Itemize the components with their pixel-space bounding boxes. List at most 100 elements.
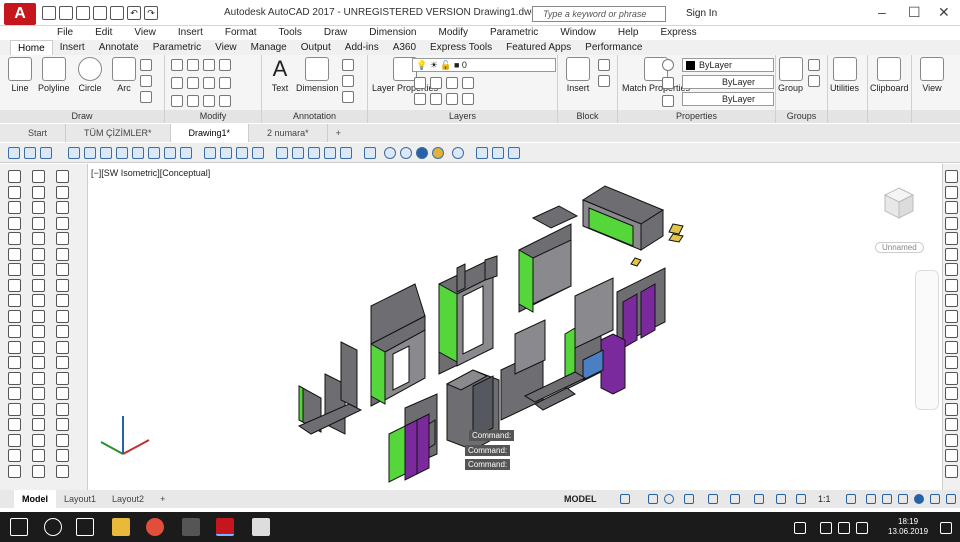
new-tab-button[interactable]: + xyxy=(328,124,349,142)
menu-modify[interactable]: Modify xyxy=(428,26,479,40)
tab-layout2[interactable]: Layout2 xyxy=(104,490,152,508)
ortho-icon[interactable] xyxy=(648,494,658,504)
layer-match-icon[interactable] xyxy=(462,77,474,89)
stretch-icon[interactable] xyxy=(32,294,45,307)
file-explorer-icon[interactable] xyxy=(112,518,130,536)
tab-insert[interactable]: Insert xyxy=(53,40,92,55)
explode-icon[interactable] xyxy=(219,77,231,89)
tab-a360[interactable]: A360 xyxy=(386,40,423,55)
polygon-icon[interactable] xyxy=(8,216,21,230)
tall-cabinet-1[interactable] xyxy=(438,255,498,375)
make-block-icon[interactable] xyxy=(8,356,21,369)
cabinet-purple-left[interactable] xyxy=(388,393,438,483)
close-icon[interactable]: ✕ xyxy=(938,4,950,21)
save-icon[interactable] xyxy=(76,6,90,20)
tab-tum-cizimler[interactable]: TÜM ÇİZİMLER* xyxy=(66,124,171,142)
snap-osnap-settings-icon[interactable] xyxy=(945,464,958,478)
circle-icon[interactable] xyxy=(8,263,21,276)
save-as-icon[interactable] xyxy=(93,6,107,20)
view-back-icon[interactable] xyxy=(148,147,160,159)
lineweight-icon[interactable] xyxy=(662,95,674,107)
tab-performance[interactable]: Performance xyxy=(578,40,649,55)
shelf-unit-1[interactable] xyxy=(370,283,426,407)
polysolid-icon[interactable] xyxy=(56,278,69,292)
snap-extension-icon[interactable] xyxy=(945,232,958,245)
mirror-icon[interactable] xyxy=(187,77,199,89)
layer-state-icon[interactable] xyxy=(462,93,474,105)
hatch-icon[interactable] xyxy=(8,387,21,400)
tab-manage[interactable]: Manage xyxy=(244,40,294,55)
ucs-world-icon[interactable] xyxy=(292,147,304,159)
move-icon[interactable] xyxy=(171,59,183,71)
clipboard-tool[interactable]: Clipboard xyxy=(870,57,909,93)
edit-block-icon[interactable] xyxy=(598,75,610,87)
fillet-icon[interactable] xyxy=(32,387,45,400)
revision-cloud-icon[interactable] xyxy=(8,278,21,292)
table-icon[interactable] xyxy=(8,433,21,447)
polyline-tool[interactable]: Polyline xyxy=(38,57,70,93)
navigation-bar[interactable] xyxy=(915,270,939,410)
arc-icon[interactable] xyxy=(8,247,21,261)
extrude-icon[interactable] xyxy=(56,294,69,307)
interfere-icon[interactable] xyxy=(56,464,69,478)
viewcube[interactable] xyxy=(879,184,919,224)
menu-help[interactable]: Help xyxy=(607,26,650,40)
maximize-icon[interactable]: ☐ xyxy=(908,4,921,21)
mirror-icon[interactable] xyxy=(32,201,45,214)
tab-view[interactable]: View xyxy=(208,40,244,55)
properties-panel-title[interactable]: Properties xyxy=(618,110,775,123)
menu-express[interactable]: Express xyxy=(649,26,707,40)
chrome-icon[interactable] xyxy=(146,518,164,536)
transparency-icon[interactable] xyxy=(754,494,764,504)
view-se-iso-icon[interactable] xyxy=(180,147,192,159)
markup-icon[interactable] xyxy=(342,91,354,103)
snap-nearest-icon[interactable] xyxy=(945,356,958,369)
edit-polyline-icon[interactable] xyxy=(32,433,45,447)
snap-from-icon[interactable] xyxy=(945,402,958,416)
group-edit-icon[interactable] xyxy=(808,75,820,87)
copy-icon[interactable] xyxy=(32,185,45,199)
flatten-icon[interactable] xyxy=(56,449,69,462)
construction-line-icon[interactable] xyxy=(8,185,21,199)
leader-icon[interactable] xyxy=(342,59,354,71)
wedge-icon[interactable] xyxy=(56,247,69,261)
view-front-icon[interactable] xyxy=(132,147,144,159)
cone-icon[interactable] xyxy=(56,201,69,214)
sign-in-button[interactable]: Sign In xyxy=(686,8,717,19)
group-tool[interactable]: Group xyxy=(778,57,803,93)
view-sw-iso-icon[interactable] xyxy=(164,147,176,159)
system-clock[interactable]: 18:19 13.06.2019 xyxy=(888,517,928,537)
torus-icon[interactable] xyxy=(56,263,69,276)
loft-icon[interactable] xyxy=(56,356,69,369)
model-space-button[interactable]: MODEL xyxy=(564,494,597,504)
rotate-icon[interactable] xyxy=(32,263,45,276)
line-tool[interactable]: Line xyxy=(8,57,32,93)
annotation-panel-title[interactable]: Annotation xyxy=(262,110,367,123)
minimize-icon[interactable]: – xyxy=(878,4,886,20)
volume-icon[interactable] xyxy=(856,522,868,534)
ungroup-icon[interactable] xyxy=(808,59,820,71)
modify-panel-title[interactable]: Modify xyxy=(165,110,261,123)
tab-output[interactable]: Output xyxy=(294,40,338,55)
menu-parametric[interactable]: Parametric xyxy=(479,26,549,40)
zoom-realtime-icon[interactable] xyxy=(204,147,216,159)
isolate-objects-icon[interactable] xyxy=(914,494,924,504)
hidden-icon[interactable] xyxy=(384,147,396,159)
realistic-icon[interactable] xyxy=(400,147,412,159)
point-icon[interactable] xyxy=(8,371,21,385)
multiline-text-icon[interactable] xyxy=(8,449,21,462)
section-icon[interactable] xyxy=(56,418,69,431)
ucs-origin-icon[interactable] xyxy=(308,147,320,159)
view-left-icon[interactable] xyxy=(100,147,112,159)
measure-icon[interactable] xyxy=(32,464,45,478)
tab-home[interactable]: Home xyxy=(10,40,53,55)
3d-move-icon[interactable] xyxy=(476,147,488,159)
ellipse-icon[interactable] xyxy=(8,309,21,323)
insert-block-tool[interactable]: Insert xyxy=(566,57,590,93)
scale-icon[interactable] xyxy=(187,95,199,107)
utilities-tool[interactable]: Utilities xyxy=(830,57,859,93)
polar-icon[interactable] xyxy=(664,494,674,504)
linetype-dropdown[interactable]: ByLayer xyxy=(682,75,774,89)
trim-icon[interactable] xyxy=(203,59,215,71)
tab-layout1[interactable]: Layout1 xyxy=(56,490,104,508)
